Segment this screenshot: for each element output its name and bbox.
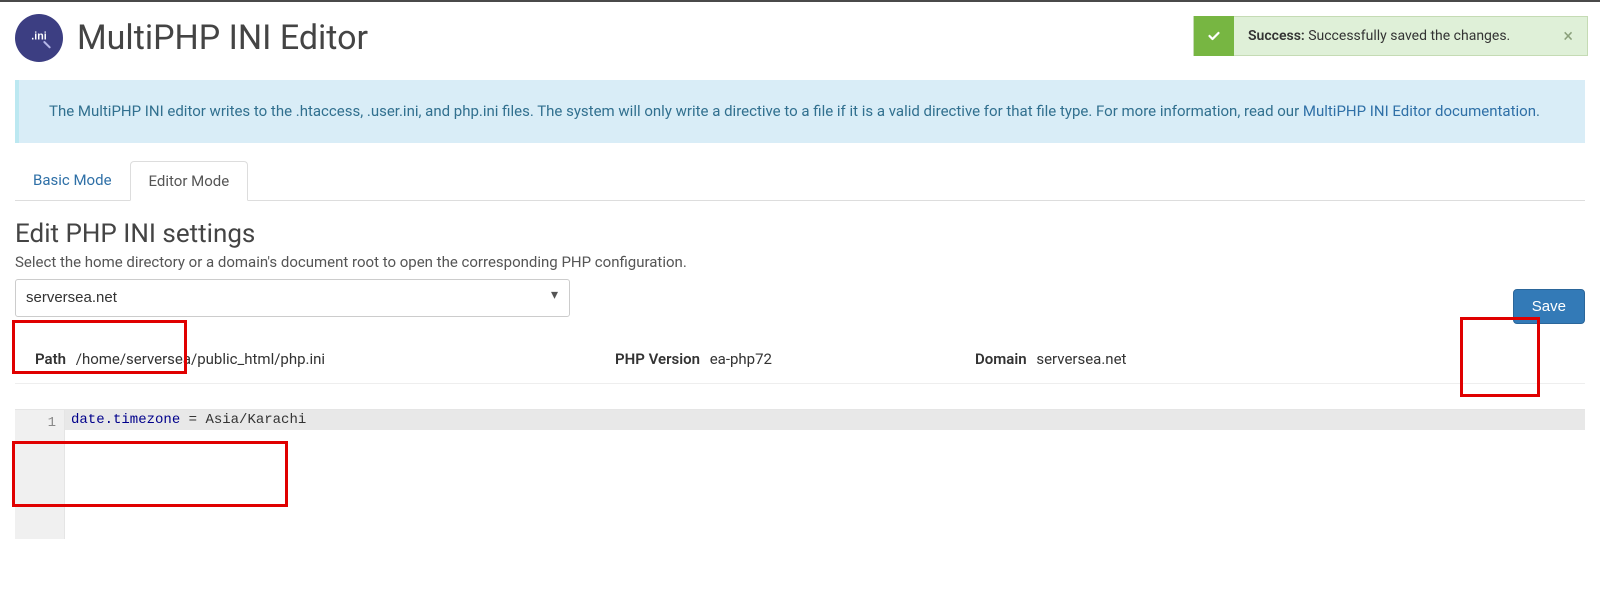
tab-basic-mode[interactable]: Basic Mode (15, 161, 130, 200)
path-value: /home/serversea/public_html/php.ini (76, 350, 325, 368)
check-icon (1194, 16, 1234, 56)
info-callout: The MultiPHP INI editor writes to the .h… (15, 80, 1585, 143)
domain-value: serversea.net (1036, 350, 1126, 368)
line-number: 1 (15, 413, 56, 433)
code-area[interactable]: date.timezone = Asia/Karachi (65, 410, 1585, 539)
code-token-operator: = (180, 412, 205, 428)
documentation-link[interactable]: MultiPHP INI Editor documentation (1303, 102, 1536, 120)
php-version-value: ea-php72 (710, 350, 772, 368)
code-token-value: Asia/Karachi (205, 412, 306, 428)
code-editor[interactable]: 1 date.timezone = Asia/Karachi (15, 409, 1585, 539)
code-line[interactable]: date.timezone = Asia/Karachi (65, 410, 1585, 430)
section-title: Edit PHP INI settings (15, 219, 1585, 249)
tab-editor-mode[interactable]: Editor Mode (130, 161, 249, 201)
alert-text: Success: Successfully saved the changes. (1234, 28, 1549, 44)
svg-text:.ini: .ini (31, 30, 46, 42)
domain-label: Domain (975, 350, 1027, 368)
php-version-label: PHP Version (615, 350, 700, 368)
code-token-key: date.timezone (71, 412, 180, 428)
alert-close-button[interactable]: × (1549, 26, 1587, 47)
success-alert: Success: Successfully saved the changes.… (1193, 16, 1588, 56)
section-subtitle: Select the home directory or a domain's … (15, 253, 1585, 271)
mode-tabs: Basic Mode Editor Mode (15, 161, 1585, 201)
file-meta-bar: Path /home/serversea/public_html/php.ini… (15, 335, 1585, 384)
domain-select[interactable]: serversea.net (15, 279, 570, 317)
info-text: The MultiPHP INI editor writes to the .h… (49, 102, 1303, 120)
page-title: MultiPHP INI Editor (77, 18, 368, 58)
line-gutter: 1 (15, 410, 65, 539)
app-icon: .ini (15, 14, 63, 62)
save-button[interactable]: Save (1513, 289, 1585, 324)
path-label: Path (35, 350, 66, 368)
